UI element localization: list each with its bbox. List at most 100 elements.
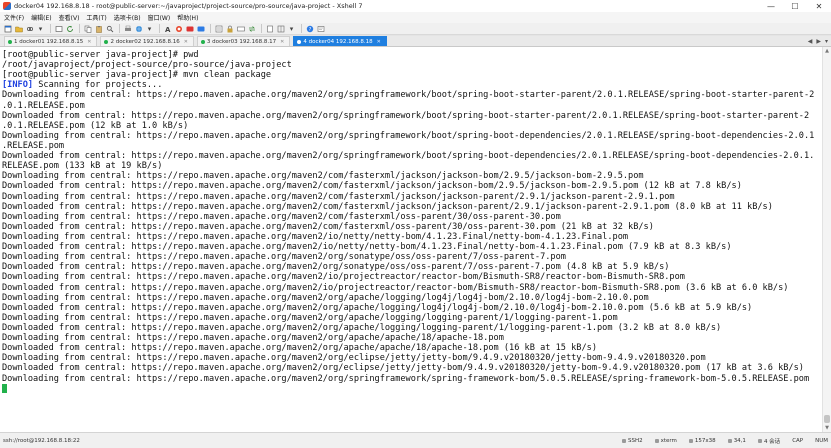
- font-icon[interactable]: A: [163, 25, 172, 33]
- terminal-line: Downloaded from central: https://repo.ma…: [2, 201, 773, 212]
- tab-list-icon[interactable]: ▾: [825, 38, 828, 45]
- vertical-scrollbar[interactable]: ▲ ▼: [822, 47, 831, 432]
- terminal-output[interactable]: [root@public-server java-project]# pwd/r…: [0, 47, 822, 432]
- new-window-icon[interactable]: [54, 25, 63, 33]
- terminal-line: Downloaded from central: https://repo.ma…: [2, 110, 810, 121]
- tab-label: 3 docker03 192.168.8.17: [206, 38, 277, 45]
- scroll-up-icon[interactable]: ▲: [823, 47, 831, 55]
- cursor-label: 34,1: [733, 437, 746, 444]
- num-status: NUM: [815, 438, 828, 444]
- menu-bar: 文件(F) 编辑(E) 查看(V) 工具(T) 选项卡(B) 窗口(W) 帮助(…: [0, 12, 831, 23]
- search-icon[interactable]: [105, 25, 114, 33]
- terminal-line: .0.1.RELEASE.pom: [2, 100, 85, 111]
- layout-icon[interactable]: [276, 25, 285, 33]
- globe-icon[interactable]: [134, 25, 143, 33]
- menu-tools[interactable]: 工具(T): [86, 13, 106, 22]
- status-dot-icon: [104, 39, 109, 44]
- keyboard-icon[interactable]: [236, 25, 245, 33]
- minimize-button[interactable]: —: [759, 0, 783, 12]
- toolbar-separator: [301, 24, 302, 33]
- protocol-label: SSH2: [627, 437, 643, 444]
- terminal-line: Downloading from central: https://repo.m…: [2, 312, 618, 323]
- terminal-line: Downloading from central: https://repo.m…: [2, 353, 706, 364]
- paste-icon[interactable]: [94, 25, 103, 33]
- toolbar: ▾ ▾ A ▾ ?: [0, 23, 831, 35]
- terminal-line: Downloaded from central: https://repo.ma…: [2, 181, 742, 192]
- terminal-line: Downloaded from central: https://repo.ma…: [2, 302, 753, 313]
- terminal-line: Downloading from central: https://repo.m…: [2, 292, 649, 303]
- terminal-line: [INFO] Scanning for projects...: [2, 80, 163, 91]
- reconnect-icon[interactable]: [65, 25, 74, 33]
- xmanager-icon[interactable]: [196, 25, 205, 33]
- scrollbar-thumb[interactable]: [824, 415, 830, 423]
- toolbar-separator: [210, 24, 211, 33]
- num-label: NUM: [815, 437, 828, 444]
- sessions-label: 4 会话: [763, 438, 781, 445]
- close-button[interactable]: ✕: [807, 0, 831, 12]
- terminal-line: Downloaded from central: https://repo.ma…: [2, 151, 815, 162]
- status-right: SSH2 xterm 157x38 34,1 4 会话 CAP NUM: [610, 437, 831, 445]
- svg-text:?: ?: [308, 27, 311, 33]
- terminal-lines: [root@public-server java-project]# pwd/r…: [2, 50, 822, 394]
- terminal-line: Downloading from central: https://repo.m…: [2, 130, 815, 141]
- tab-docker02[interactable]: 2 docker02 192.168.8.16 ✕: [100, 36, 194, 46]
- open-folder-icon[interactable]: [14, 25, 23, 33]
- info-tag: [INFO]: [2, 80, 34, 91]
- terminal-line: Downloading from central: https://repo.m…: [2, 191, 675, 202]
- print-icon[interactable]: [123, 25, 132, 33]
- close-tab-icon[interactable]: ✕: [280, 39, 284, 45]
- tab-docker03[interactable]: 3 docker03 192.168.8.17 ✕: [196, 36, 291, 46]
- dropdown-icon[interactable]: ▾: [287, 25, 296, 33]
- cursor-status: 34,1: [727, 437, 746, 444]
- terminal-line: Downloading from central: https://repo.m…: [2, 231, 629, 242]
- color-icon[interactable]: [174, 25, 183, 33]
- menu-file[interactable]: 文件(F): [4, 13, 24, 22]
- close-tab-icon[interactable]: ✕: [377, 39, 381, 45]
- terminal-line: Downloaded from central: https://repo.ma…: [2, 322, 722, 333]
- transfer-icon[interactable]: [247, 25, 256, 33]
- menu-tab[interactable]: 选项卡(B): [114, 13, 141, 22]
- terminal-line: .RELEASE.pom: [2, 140, 65, 151]
- tab-label: 1 docker01 192.168.8.15: [14, 38, 84, 45]
- tab-label: 4 docker04 192.168.8.18: [303, 38, 373, 45]
- tab-next-icon[interactable]: ▶: [816, 38, 821, 45]
- dropdown-icon[interactable]: ▾: [145, 25, 154, 33]
- new-session-icon[interactable]: [3, 25, 12, 33]
- script-icon[interactable]: [265, 25, 274, 33]
- menu-window[interactable]: 窗口(W): [148, 13, 171, 22]
- xftp-icon[interactable]: [185, 25, 194, 33]
- protocol-icon: [621, 438, 626, 443]
- tab-docker04[interactable]: 4 docker04 192.168.8.18 ✕: [293, 36, 387, 46]
- session-manager-icon[interactable]: [214, 25, 223, 33]
- terminal-line: Downloading from central: https://repo.m…: [2, 252, 566, 263]
- menu-view[interactable]: 查看(V): [59, 13, 80, 22]
- window-title: docker04 192.168.8.18 - root@public-serv…: [14, 2, 363, 10]
- terminal-line: Downloaded from central: https://repo.ma…: [2, 242, 732, 253]
- terminal-line: [root@public-server java-project]# pwd: [2, 50, 199, 60]
- terminal-line: Downloading from central: https://repo.m…: [2, 272, 685, 283]
- terminal-line: Downloaded from central: https://repo.ma…: [2, 221, 654, 232]
- help-icon[interactable]: ?: [305, 25, 314, 33]
- toolbar-separator: [261, 24, 262, 33]
- terminal-line: Downloading from central: https://repo.m…: [2, 90, 815, 101]
- terminal-line: Downloading from central: https://repo.m…: [2, 211, 561, 222]
- tab-docker01[interactable]: 1 docker01 192.168.8.15 ✕: [4, 36, 98, 46]
- caps-label: CAP: [792, 437, 804, 444]
- scroll-down-icon[interactable]: ▼: [823, 424, 831, 432]
- menu-edit[interactable]: 编辑(E): [31, 13, 51, 22]
- cursor-icon: [727, 438, 732, 443]
- toolbar-separator: [50, 24, 51, 33]
- close-tab-icon[interactable]: ✕: [87, 39, 91, 45]
- close-tab-icon[interactable]: ✕: [184, 39, 188, 45]
- lock-icon[interactable]: [225, 25, 234, 33]
- copy-icon[interactable]: [83, 25, 92, 33]
- menu-help[interactable]: 帮助(H): [177, 13, 198, 22]
- tab-prev-icon[interactable]: ◀: [808, 38, 813, 45]
- maximize-button[interactable]: ☐: [783, 0, 807, 12]
- sessions-status[interactable]: 4 会话: [757, 437, 781, 445]
- dropdown-icon[interactable]: ▾: [36, 25, 45, 33]
- terminal-type-status: xterm: [654, 438, 677, 444]
- terminal-line: Downloading from central: https://repo.m…: [2, 333, 504, 344]
- compose-icon[interactable]: [316, 25, 325, 33]
- link-icon[interactable]: [25, 25, 34, 33]
